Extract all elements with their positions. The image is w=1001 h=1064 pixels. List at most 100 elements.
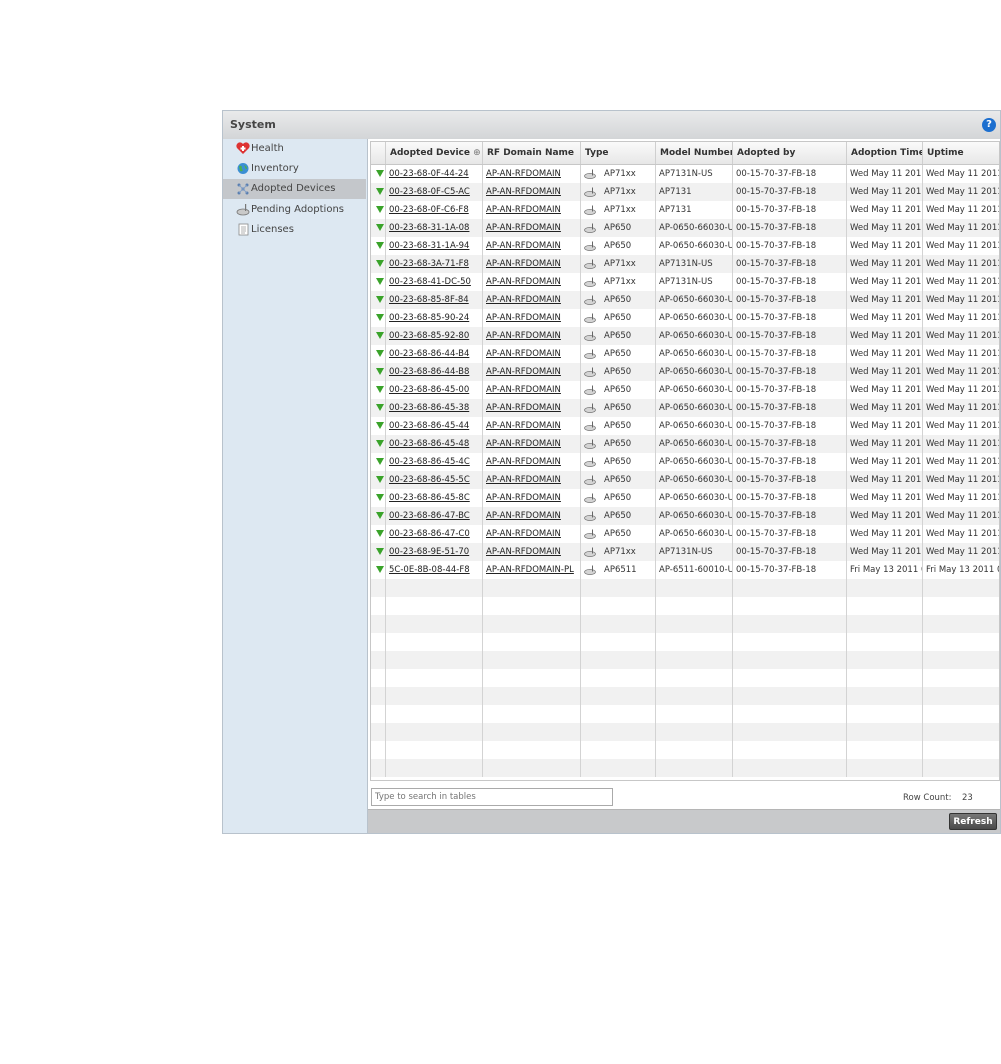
adopted-device-cell[interactable]: 00-23-68-86-45-48 bbox=[386, 435, 483, 453]
type-label: AP650 bbox=[604, 421, 632, 431]
question-icon[interactable]: ? bbox=[982, 118, 996, 132]
type-label: AP650 bbox=[604, 367, 632, 377]
rf-domain-cell[interactable]: AP-AN-RFDOMAIN bbox=[483, 435, 581, 453]
rf-domain-cell[interactable]: AP-AN-RFDOMAIN bbox=[483, 237, 581, 255]
adopted-device-cell[interactable]: 00-23-68-86-45-5C bbox=[386, 471, 483, 489]
adoption-time-cell: Wed May 11 2011 0 bbox=[847, 435, 923, 453]
table-row[interactable]: 00-23-68-0F-44-24 AP-AN-RFDOMAIN AP71xx AP7… bbox=[371, 165, 999, 183]
table-row[interactable]: 00-23-68-86-45-8C AP-AN-RFDOMAIN AP650 AP-0… bbox=[371, 489, 999, 507]
table-row[interactable]: 00-23-68-86-45-5C AP-AN-RFDOMAIN AP650 AP-0… bbox=[371, 471, 999, 489]
sidebar-item-health[interactable]: Health bbox=[223, 139, 366, 159]
table-row[interactable]: 00-23-68-31-1A-94 AP-AN-RFDOMAIN AP650 AP-0… bbox=[371, 237, 999, 255]
rf-domain-cell[interactable]: AP-AN-RFDOMAIN bbox=[483, 453, 581, 471]
sidebar-item-pending-adoptions[interactable]: Pending Adoptions bbox=[223, 200, 366, 220]
rf-domain-cell[interactable]: AP-AN-RFDOMAIN bbox=[483, 399, 581, 417]
adopted-device-cell[interactable]: 00-23-68-86-45-38 bbox=[386, 399, 483, 417]
adopted-device-cell[interactable]: 00-23-68-85-92-80 bbox=[386, 327, 483, 345]
rf-domain-cell[interactable]: AP-AN-RFDOMAIN bbox=[483, 507, 581, 525]
table-row[interactable]: 00-23-68-86-45-44 AP-AN-RFDOMAIN AP650 AP-0… bbox=[371, 417, 999, 435]
table-row[interactable]: 5C-0E-8B-08-44-F8 AP-AN-RFDOMAIN-PL AP6511… bbox=[371, 561, 999, 579]
adopted-device-cell[interactable]: 00-23-68-86-45-8C bbox=[386, 489, 483, 507]
arrow-down-icon bbox=[376, 494, 384, 501]
rf-domain-cell[interactable]: AP-AN-RFDOMAIN bbox=[483, 165, 581, 183]
table-row[interactable]: 00-23-68-86-44-B8 AP-AN-RFDOMAIN AP650 AP-0… bbox=[371, 363, 999, 381]
table-row[interactable]: 00-23-68-86-47-BC AP-AN-RFDOMAIN AP650 AP-0… bbox=[371, 507, 999, 525]
adopted-device-cell[interactable]: 00-23-68-3A-71-F8 bbox=[386, 255, 483, 273]
arrow-down-icon bbox=[376, 566, 384, 573]
adopted-device-cell[interactable]: 00-23-68-9E-51-70 bbox=[386, 543, 483, 561]
table-row[interactable]: 00-23-68-3A-71-F8 AP-AN-RFDOMAIN AP71xx AP7… bbox=[371, 255, 999, 273]
column-header-uptime[interactable]: Uptime bbox=[923, 142, 999, 164]
adopted-device-cell[interactable]: 00-23-68-86-47-BC bbox=[386, 507, 483, 525]
adopted-device-cell[interactable]: 00-23-68-0F-C6-F8 bbox=[386, 201, 483, 219]
adopted-device-cell[interactable]: 00-23-68-86-45-00 bbox=[386, 381, 483, 399]
sort-icon[interactable]: ⊕ bbox=[473, 148, 481, 158]
rf-domain-cell[interactable]: AP-AN-RFDOMAIN bbox=[483, 291, 581, 309]
adopted-device-cell[interactable]: 00-23-68-85-8F-84 bbox=[386, 291, 483, 309]
table-row[interactable]: 00-23-68-86-47-C0 AP-AN-RFDOMAIN AP650 AP-0… bbox=[371, 525, 999, 543]
adopted-device-cell[interactable]: 00-23-68-86-44-B8 bbox=[386, 363, 483, 381]
column-header-adoption-time[interactable]: Adoption Time bbox=[847, 142, 923, 164]
rf-domain-cell[interactable]: AP-AN-RFDOMAIN bbox=[483, 543, 581, 561]
search-input[interactable] bbox=[371, 788, 613, 806]
status-cell bbox=[371, 273, 386, 291]
rf-domain-cell[interactable]: AP-AN-RFDOMAIN bbox=[483, 363, 581, 381]
table-row bbox=[371, 669, 999, 687]
table-row[interactable]: 00-23-68-86-45-48 AP-AN-RFDOMAIN AP650 AP-0… bbox=[371, 435, 999, 453]
adopted-device-cell[interactable]: 5C-0E-8B-08-44-F8 bbox=[386, 561, 483, 579]
table-row[interactable]: 00-23-68-9E-51-70 AP-AN-RFDOMAIN AP71xx AP7… bbox=[371, 543, 999, 561]
rf-domain-cell[interactable]: AP-AN-RFDOMAIN bbox=[483, 273, 581, 291]
table-row[interactable]: 00-23-68-85-92-80 AP-AN-RFDOMAIN AP650 AP-0… bbox=[371, 327, 999, 345]
rf-domain-cell[interactable]: AP-AN-RFDOMAIN bbox=[483, 381, 581, 399]
table-row[interactable]: 00-23-68-0F-C6-F8 AP-AN-RFDOMAIN AP71xx AP7… bbox=[371, 201, 999, 219]
sidebar-item-adopted-devices[interactable]: Adopted Devices bbox=[223, 179, 366, 199]
rf-domain-cell[interactable]: AP-AN-RFDOMAIN bbox=[483, 201, 581, 219]
sidebar-item-inventory[interactable]: Inventory bbox=[223, 159, 366, 179]
sidebar-item-label: Pending Adoptions bbox=[251, 204, 344, 215]
adopted-by-cell bbox=[733, 597, 847, 615]
adopted-device-cell[interactable]: 00-23-68-31-1A-08 bbox=[386, 219, 483, 237]
column-header-adopted-device[interactable]: Adopted Device ⊕ bbox=[386, 142, 483, 164]
rf-domain-cell[interactable]: AP-AN-RFDOMAIN-PL bbox=[483, 561, 581, 579]
table-row[interactable]: 00-23-68-31-1A-08 AP-AN-RFDOMAIN AP650 AP-0… bbox=[371, 219, 999, 237]
table-row[interactable]: 00-23-68-85-90-24 AP-AN-RFDOMAIN AP650 AP-0… bbox=[371, 309, 999, 327]
adopted-by-cell bbox=[733, 759, 847, 777]
column-header-model-number[interactable]: Model Number bbox=[656, 142, 733, 164]
table-row[interactable]: 00-23-68-86-45-38 AP-AN-RFDOMAIN AP650 AP-0… bbox=[371, 399, 999, 417]
adopted-device-cell[interactable]: 00-23-68-86-45-44 bbox=[386, 417, 483, 435]
type-label: AP650 bbox=[604, 493, 632, 503]
rf-domain-cell[interactable]: AP-AN-RFDOMAIN bbox=[483, 183, 581, 201]
rf-domain-cell[interactable]: AP-AN-RFDOMAIN bbox=[483, 471, 581, 489]
refresh-button[interactable]: Refresh bbox=[949, 813, 997, 830]
table-row[interactable]: 00-23-68-0F-C5-AC AP-AN-RFDOMAIN AP71xx AP7… bbox=[371, 183, 999, 201]
adopted-device-cell[interactable]: 00-23-68-86-45-4C bbox=[386, 453, 483, 471]
model-number-cell: AP-0650-66030-U bbox=[656, 327, 733, 345]
adopted-by-cell: 00-15-70-37-FB-18 bbox=[733, 507, 847, 525]
column-header-type[interactable]: Type bbox=[581, 142, 656, 164]
adopted-device-cell[interactable]: 00-23-68-85-90-24 bbox=[386, 309, 483, 327]
sidebar-item-licenses[interactable]: Licenses bbox=[223, 220, 366, 240]
table-row[interactable]: 00-23-68-41-DC-50 AP-AN-RFDOMAIN AP71xx AP7… bbox=[371, 273, 999, 291]
rf-domain-cell[interactable]: AP-AN-RFDOMAIN bbox=[483, 417, 581, 435]
rf-domain-cell[interactable]: AP-AN-RFDOMAIN bbox=[483, 489, 581, 507]
table-row[interactable]: 00-23-68-86-44-B4 AP-AN-RFDOMAIN AP650 AP-0… bbox=[371, 345, 999, 363]
rf-domain-cell[interactable]: AP-AN-RFDOMAIN bbox=[483, 255, 581, 273]
rf-domain-cell[interactable]: AP-AN-RFDOMAIN bbox=[483, 345, 581, 363]
rf-domain-cell[interactable]: AP-AN-RFDOMAIN bbox=[483, 327, 581, 345]
rf-domain-cell[interactable]: AP-AN-RFDOMAIN bbox=[483, 525, 581, 543]
adopted-by-cell bbox=[733, 741, 847, 759]
column-header-adopted-by[interactable]: Adopted by bbox=[733, 142, 847, 164]
column-header-rf-domain[interactable]: RF Domain Name bbox=[483, 142, 581, 164]
adopted-device-cell[interactable]: 00-23-68-86-47-C0 bbox=[386, 525, 483, 543]
adopted-device-cell[interactable]: 00-23-68-31-1A-94 bbox=[386, 237, 483, 255]
adopted-device-cell[interactable]: 00-23-68-86-44-B4 bbox=[386, 345, 483, 363]
adopted-device-cell[interactable]: 00-23-68-41-DC-50 bbox=[386, 273, 483, 291]
rf-domain-cell[interactable]: AP-AN-RFDOMAIN bbox=[483, 219, 581, 237]
table-row[interactable]: 00-23-68-86-45-4C AP-AN-RFDOMAIN AP650 AP-0… bbox=[371, 453, 999, 471]
rf-domain-cell[interactable]: AP-AN-RFDOMAIN bbox=[483, 309, 581, 327]
adopted-device-cell[interactable]: 00-23-68-0F-44-24 bbox=[386, 165, 483, 183]
table-row[interactable]: 00-23-68-86-45-00 AP-AN-RFDOMAIN AP650 AP-0… bbox=[371, 381, 999, 399]
arrow-down-icon bbox=[376, 296, 384, 303]
adopted-device-cell[interactable]: 00-23-68-0F-C5-AC bbox=[386, 183, 483, 201]
table-row[interactable]: 00-23-68-85-8F-84 AP-AN-RFDOMAIN AP650 AP-0… bbox=[371, 291, 999, 309]
